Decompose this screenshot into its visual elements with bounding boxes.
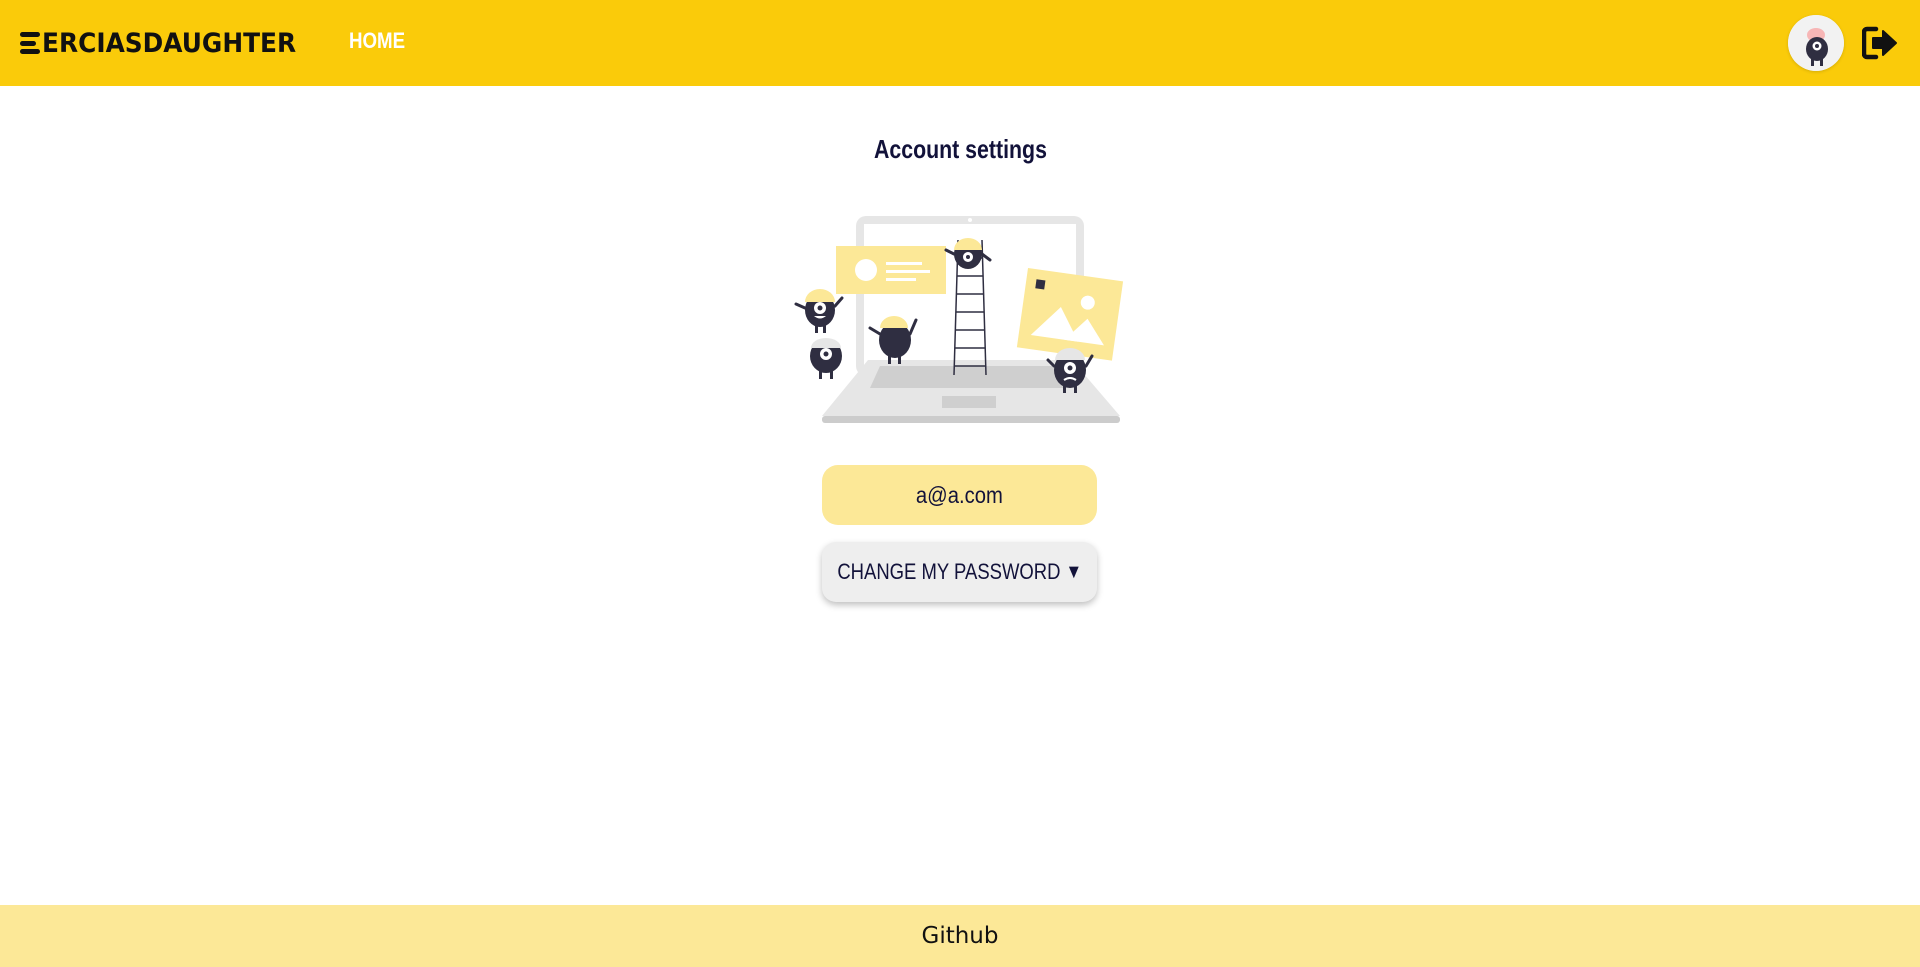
footer: Github (0, 905, 1920, 967)
github-link[interactable]: Github (922, 923, 999, 949)
page-title: Account settings (873, 134, 1047, 164)
change-password-button[interactable]: CHANGE MY PASSWORD ▼ (822, 542, 1097, 602)
page: ERCIASDAUGHTER HOME Account settings a@a… (0, 0, 1920, 967)
email-display: a@a.com (822, 465, 1097, 525)
email-value: a@a.com (916, 481, 1003, 508)
nav-link-home[interactable]: HOME (349, 28, 405, 54)
brand-name: ERCIASDAUGHTER (42, 27, 297, 59)
brand-logo[interactable]: ERCIASDAUGHTER (20, 24, 318, 62)
under-construction-illustration (790, 210, 1130, 430)
monster-avatar-icon (1788, 15, 1844, 71)
caret-down-icon: ▼ (1065, 560, 1082, 583)
hamburger-icon (20, 32, 40, 54)
top-navbar: ERCIASDAUGHTER HOME (0, 0, 1920, 86)
user-avatar-icon[interactable] (1788, 15, 1844, 71)
logout-icon[interactable] (1861, 26, 1898, 60)
change-password-label: CHANGE MY PASSWORD (837, 559, 1061, 584)
